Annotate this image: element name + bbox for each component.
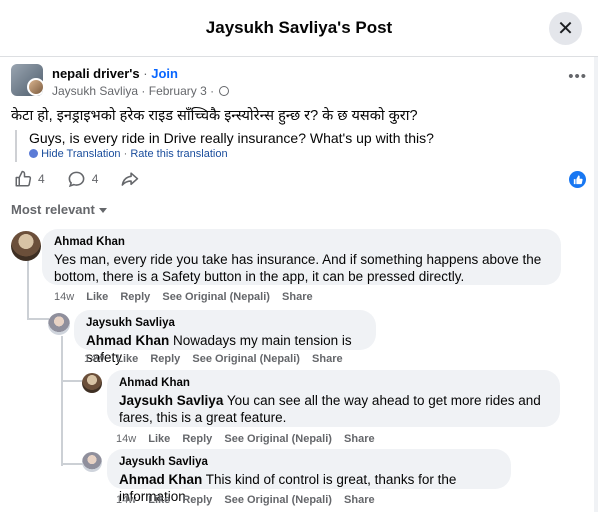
reply-button[interactable]: Reply bbox=[120, 291, 150, 303]
comment-actions: 14w Like Reply See Original (Nepali) Sha… bbox=[116, 433, 384, 445]
like-button[interactable]: Like bbox=[86, 291, 108, 303]
rate-translation-link[interactable]: Rate this translation bbox=[130, 148, 227, 160]
reply-button[interactable]: Reply bbox=[182, 433, 212, 445]
mention-tag[interactable]: Ahmad Khan bbox=[119, 472, 202, 487]
comment-text: Jaysukh Savliya You can see all the way … bbox=[119, 392, 548, 426]
like-reaction-badge-icon[interactable] bbox=[569, 171, 586, 188]
comment-author[interactable]: Jaysukh Savliya bbox=[119, 456, 499, 468]
thumbs-up-icon bbox=[15, 170, 32, 187]
share-button[interactable]: Share bbox=[282, 291, 313, 303]
thread-line bbox=[61, 380, 83, 382]
comment-action[interactable]: 4 bbox=[67, 170, 99, 189]
like-button[interactable]: Like bbox=[116, 353, 138, 365]
share-button[interactable]: Share bbox=[312, 353, 343, 365]
thread-line bbox=[61, 463, 83, 465]
close-button[interactable]: ✕ bbox=[549, 12, 582, 45]
comment-time[interactable]: 14w bbox=[84, 353, 104, 365]
hide-translation-link[interactable]: Hide Translation bbox=[41, 148, 121, 160]
share-button[interactable]: Share bbox=[344, 433, 375, 445]
separator-dot: · bbox=[210, 84, 218, 98]
comment-author[interactable]: Ahmad Khan bbox=[119, 377, 548, 389]
post-author-link[interactable]: Jaysukh Savliya bbox=[52, 84, 138, 98]
comment-text: Yes man, every ride you take has insuran… bbox=[54, 252, 542, 284]
group-avatar[interactable] bbox=[11, 64, 43, 96]
comment-bubble: Ahmad Khan Yes man, every ride you take … bbox=[42, 229, 561, 285]
translation-box: Guys, is every ride in Drive really insu… bbox=[15, 130, 434, 162]
close-icon: ✕ bbox=[557, 17, 574, 40]
reply-button[interactable]: Reply bbox=[150, 353, 180, 365]
group-name-link[interactable]: nepali driver's bbox=[52, 66, 140, 81]
comment-actions: 14w Like Reply See Original (Nepali) Sha… bbox=[116, 494, 384, 506]
translation-links: Hide Translation · Rate this translation bbox=[29, 148, 434, 160]
comment-time[interactable]: 14w bbox=[54, 291, 74, 303]
comment-actions: 14w Like Reply See Original (Nepali) Sha… bbox=[54, 291, 322, 303]
avatar[interactable] bbox=[82, 373, 102, 393]
avatar[interactable] bbox=[11, 231, 41, 261]
comment-author[interactable]: Ahmad Khan bbox=[54, 236, 549, 248]
share-action[interactable] bbox=[120, 170, 145, 189]
comment-bubble-icon bbox=[68, 171, 85, 187]
more-options-icon[interactable]: ••• bbox=[568, 68, 587, 85]
join-button[interactable]: Join bbox=[151, 66, 178, 81]
caret-down-icon bbox=[98, 208, 107, 213]
post-text: केटा हो, इनड्राइभको हरेक राइड साँच्चिकै … bbox=[11, 108, 418, 124]
comment-bubble: Jaysukh Savliya Ahmad Khan Nowadays my m… bbox=[74, 310, 376, 365]
author-avatar[interactable] bbox=[27, 78, 43, 96]
post-header: nepali driver's · Join Jaysukh Savliya ·… bbox=[11, 64, 587, 100]
comment-count: 4 bbox=[91, 172, 99, 186]
like-button[interactable]: Like bbox=[148, 433, 170, 445]
mention-tag[interactable]: Jaysukh Savliya bbox=[119, 393, 223, 408]
comment-bubble: Ahmad Khan Jaysukh Savliya You can see a… bbox=[107, 370, 560, 427]
dialog-header: Jaysukh Savliya's Post ✕ bbox=[0, 0, 598, 57]
comment-time[interactable]: 14w bbox=[116, 494, 136, 506]
globe-icon bbox=[219, 86, 230, 96]
translate-gear-icon bbox=[29, 149, 38, 158]
scrollbar[interactable] bbox=[594, 57, 598, 512]
thread-line bbox=[61, 336, 63, 466]
share-arrow-icon bbox=[121, 171, 139, 186]
like-button[interactable]: Like bbox=[148, 494, 170, 506]
dialog-title: Jaysukh Savliya's Post bbox=[205, 18, 393, 37]
see-original-button[interactable]: See Original (Nepali) bbox=[224, 494, 332, 506]
comment-author[interactable]: Jaysukh Savliya bbox=[86, 317, 364, 329]
translated-text: Guys, is every ride in Drive really insu… bbox=[29, 130, 434, 146]
post-date-link[interactable]: February 3 bbox=[149, 84, 207, 98]
like-action[interactable]: 4 bbox=[14, 170, 45, 188]
avatar[interactable] bbox=[48, 313, 70, 335]
reactions-row: 4 4 bbox=[14, 168, 586, 190]
comment-bubble: Jaysukh Savliya Ahmad Khan This kind of … bbox=[107, 449, 511, 504]
post-meta: Jaysukh Savliya · February 3 · bbox=[52, 84, 230, 98]
sort-label: Most relevant bbox=[11, 202, 95, 217]
like-count: 4 bbox=[38, 172, 45, 186]
comment-time[interactable]: 14w bbox=[116, 433, 136, 445]
separator-dot: · bbox=[141, 84, 149, 98]
see-original-button[interactable]: See Original (Nepali) bbox=[224, 433, 332, 445]
share-button[interactable]: Share bbox=[344, 494, 375, 506]
avatar[interactable] bbox=[82, 452, 102, 472]
thread-line bbox=[27, 318, 49, 320]
see-original-button[interactable]: See Original (Nepali) bbox=[192, 353, 300, 365]
sort-dropdown[interactable]: Most relevant bbox=[11, 202, 107, 217]
reply-button[interactable]: Reply bbox=[182, 494, 212, 506]
group-name-line: nepali driver's · Join bbox=[52, 66, 178, 81]
comment-actions: 14w Like Reply See Original (Nepali) Sha… bbox=[84, 353, 352, 365]
see-original-button[interactable]: See Original (Nepali) bbox=[162, 291, 270, 303]
mention-tag[interactable]: Ahmad Khan bbox=[86, 333, 169, 348]
thread-line bbox=[27, 260, 29, 320]
